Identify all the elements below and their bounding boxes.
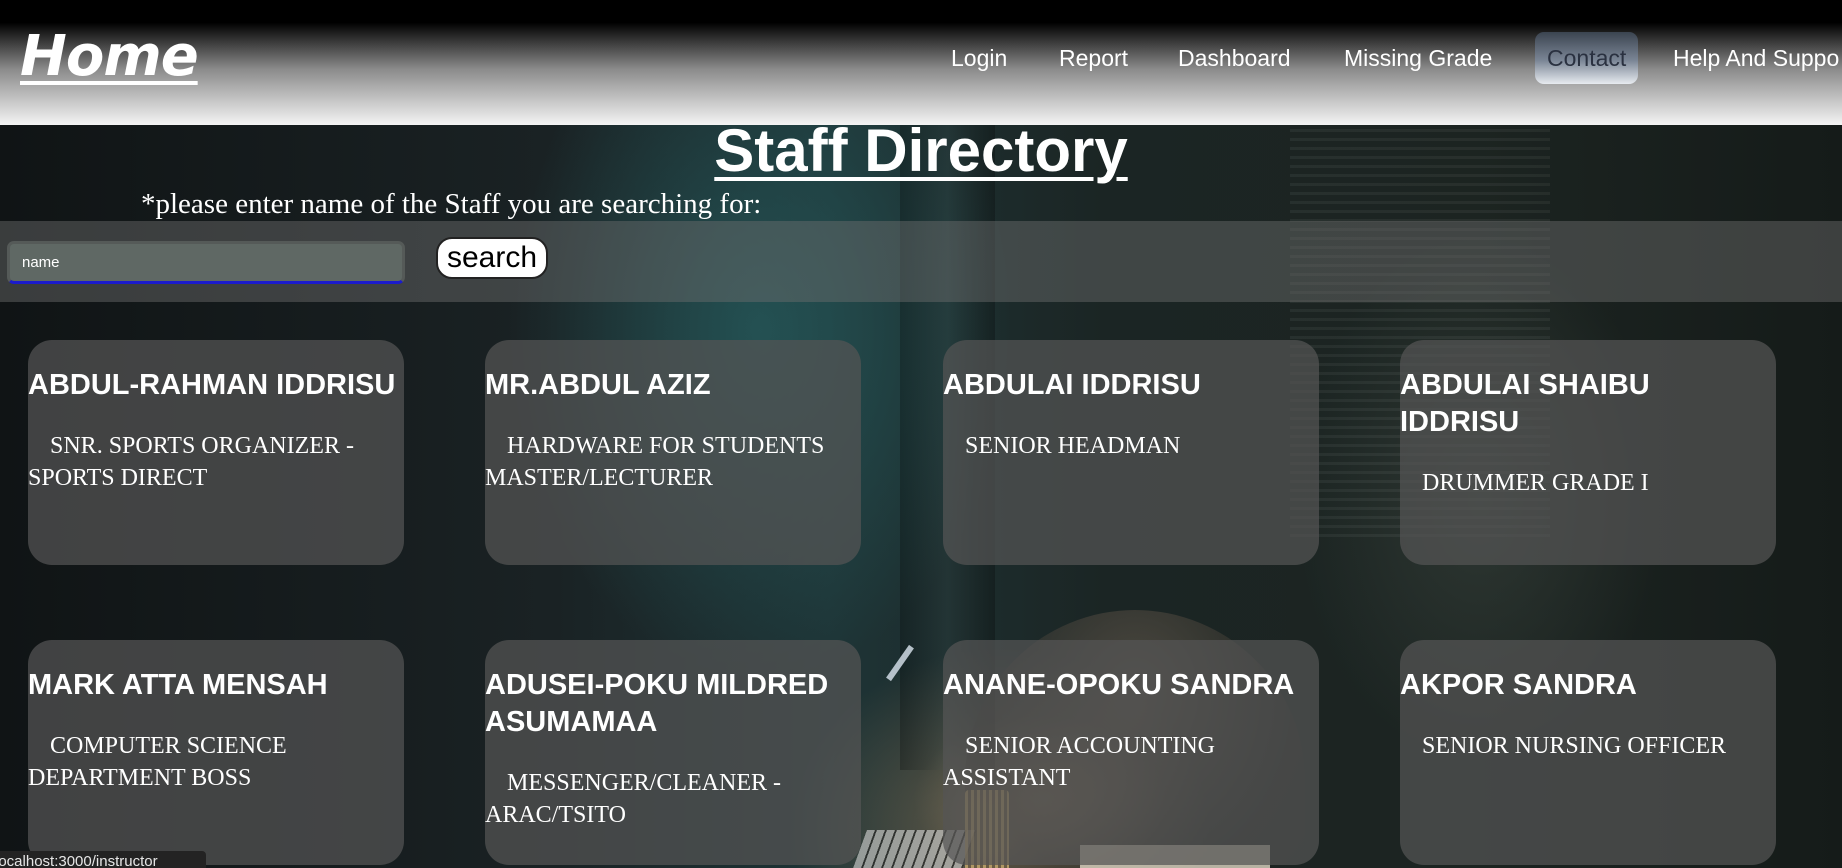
staff-role: SENIOR HEADMAN — [965, 433, 1181, 459]
staff-name: MARK ATTA MENSAH — [28, 669, 328, 701]
staff-card[interactable]: ABDULAI IDDRISU SENIOR HEADMAN — [943, 340, 1319, 565]
staff-name: ANANE-OPOKU SANDRA — [943, 669, 1295, 701]
top-navbar: Home Login Report Dashboard Missing Grad… — [0, 0, 1842, 125]
home-logo-link[interactable]: Home — [20, 22, 199, 92]
staff-card[interactable]: ABDUL-RAHMAN IDDRISU SNR. SPORTS ORGANIZ… — [28, 340, 404, 565]
staff-card[interactable]: ADUSEI-POKU MILDRED ASUMAMAA MESSENGER/C… — [485, 640, 861, 865]
page-title: Staff Directory — [714, 117, 1128, 184]
nav-help-and-support[interactable]: Help And Suppo — [1673, 32, 1839, 84]
staff-name: MR.ABDUL AZIZ — [485, 369, 711, 401]
staff-name: AKPOR SANDRA — [1400, 669, 1637, 701]
staff-card[interactable]: ABDULAI SHAIBU IDDRISU DRUMMER GRADE I — [1400, 340, 1776, 565]
nav-contact[interactable]: Contact — [1535, 32, 1639, 84]
link-status-bar: localhost:3000/instructor — [0, 851, 206, 868]
nav-report[interactable]: Report — [1059, 32, 1128, 84]
search-button[interactable]: search — [436, 237, 548, 279]
staff-name: ABDUL-RAHMAN IDDRISU — [28, 369, 396, 401]
staff-role: DRUMMER GRADE I — [1422, 470, 1649, 496]
staff-role: COMPUTER SCIENCE DEPARTMENT BOSS — [28, 733, 287, 791]
search-input[interactable] — [7, 241, 405, 284]
staff-name: ABDULAI SHAIBU IDDRISU — [1400, 369, 1650, 438]
staff-role: SNR. SPORTS ORGANIZER - SPORTS DIRECT — [28, 433, 354, 491]
staff-role: SENIOR NURSING OFFICER — [1422, 733, 1727, 759]
nav-login[interactable]: Login — [951, 32, 1007, 84]
nav-missing-grade[interactable]: Missing Grade — [1344, 32, 1492, 84]
staff-card[interactable]: MARK ATTA MENSAH COMPUTER SCIENCE DEPART… — [28, 640, 404, 865]
nav-dashboard[interactable]: Dashboard — [1178, 32, 1291, 84]
staff-role: HARDWARE FOR STUDENTS MASTER/LECTURER — [485, 433, 825, 491]
staff-card[interactable]: MR.ABDUL AZIZ HARDWARE FOR STUDENTS MAST… — [485, 340, 861, 565]
staff-card[interactable]: AKPOR SANDRA SENIOR NURSING OFFICER — [1400, 640, 1776, 865]
staff-name: ABDULAI IDDRISU — [943, 369, 1201, 401]
staff-name: ADUSEI-POKU MILDRED ASUMAMAA — [485, 669, 829, 738]
staff-role: SENIOR ACCOUNTING ASSISTANT — [943, 733, 1216, 791]
search-instruction: *please enter name of the Staff you are … — [141, 188, 762, 220]
staff-role: MESSENGER/CLEANER - ARAC/TSITO — [485, 770, 782, 828]
staff-card[interactable]: ANANE-OPOKU SANDRA SENIOR ACCOUNTING ASS… — [943, 640, 1319, 865]
